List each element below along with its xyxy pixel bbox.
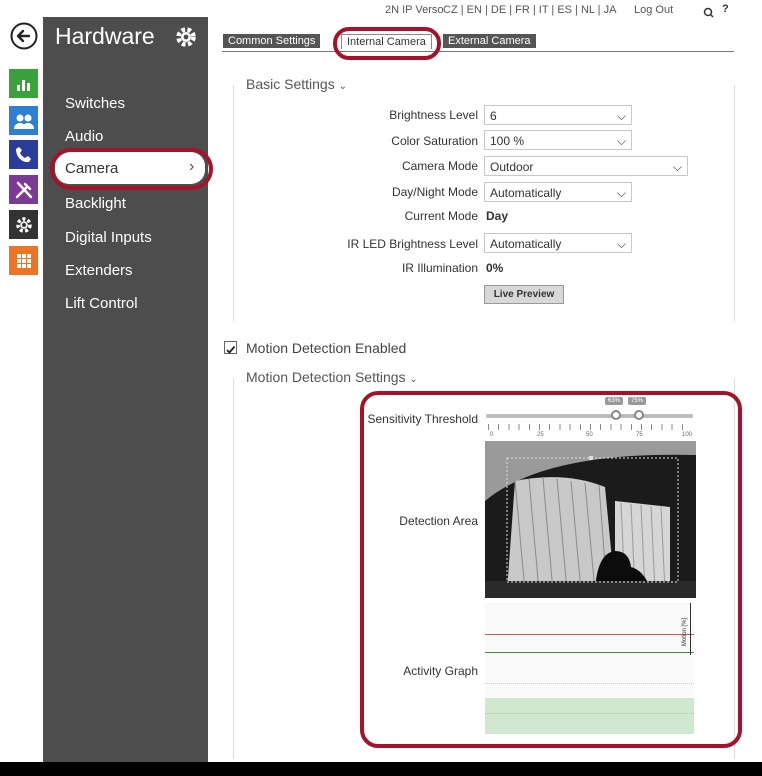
logout-link[interactable]: Log Out <box>634 4 673 16</box>
system-grid-icon[interactable] <box>9 246 38 275</box>
chevron-down-icon: ⌵ <box>616 186 626 200</box>
motion-enabled-checkbox[interactable] <box>224 341 237 354</box>
calls-phone-icon[interactable] <box>9 140 38 169</box>
basic-settings-title: Basic Settings ⌄ <box>246 76 351 92</box>
saturation-label: Color Saturation <box>391 134 478 148</box>
current-mode-label: Current Mode <box>404 209 478 223</box>
status-chart-icon[interactable] <box>9 69 38 98</box>
motion-settings-title: Motion Detection Settings ⌄ <box>246 369 422 385</box>
camera-mode-label: Camera Mode <box>401 159 478 173</box>
chevron-down-icon: ⌄ <box>338 81 347 92</box>
search-icon[interactable] <box>703 5 714 23</box>
daynight-select[interactable]: Automatically ⌵ <box>484 182 632 202</box>
tab-external-camera[interactable]: External Camera <box>443 34 536 48</box>
device-name: 2N IP Verso <box>385 4 444 16</box>
sidebar-item-lift-control[interactable]: Lift Control <box>65 295 138 312</box>
back-arrow-icon[interactable] <box>9 21 38 50</box>
check-icon <box>226 345 236 354</box>
chevron-down-icon: ⌵ <box>672 160 682 174</box>
irled-select[interactable]: Automatically ⌵ <box>484 233 632 253</box>
internal-camera-highlight-ring <box>333 27 441 60</box>
live-preview-button[interactable]: Live Preview <box>484 285 564 304</box>
sidebar-item-digital-inputs[interactable]: Digital Inputs <box>65 229 152 246</box>
motion-enabled-label: Motion Detection Enabled <box>246 340 407 356</box>
saturation-select[interactable]: 100 % ⌵ <box>484 130 632 150</box>
services-tools-icon[interactable] <box>9 175 38 204</box>
sidebar-title: Hardware <box>55 23 155 49</box>
chevron-down-icon: ⌵ <box>616 109 626 123</box>
irled-label: IR LED Brightness Level <box>347 237 478 251</box>
ir-illumination-label: IR Illumination <box>401 261 478 275</box>
screen-bottom-bar <box>0 762 762 776</box>
hardware-sidebar: Hardware Switches Audio Camera › Backlig… <box>43 17 208 762</box>
directory-users-icon[interactable] <box>9 106 38 135</box>
sidebar-item-audio[interactable]: Audio <box>65 128 103 145</box>
current-mode-value: Day <box>486 209 509 223</box>
chevron-down-icon: ⌵ <box>616 237 626 251</box>
chevron-down-icon: ⌵ <box>616 134 626 148</box>
camera-highlight-ring <box>50 148 213 190</box>
sidebar-gear-icon <box>174 25 198 54</box>
hardware-gear-icon[interactable] <box>9 210 38 239</box>
chevron-down-icon: ⌄ <box>409 374 418 385</box>
tabs-underline <box>222 51 734 52</box>
sidebar-item-extenders[interactable]: Extenders <box>65 262 133 279</box>
camera-mode-select[interactable]: Outdoor ⌵ <box>484 156 688 176</box>
tab-common-settings[interactable]: Common Settings <box>223 34 321 48</box>
brightness-label: Brightness Level <box>389 108 478 122</box>
sidebar-item-switches[interactable]: Switches <box>65 95 125 112</box>
daynight-label: Day/Night Mode <box>391 185 478 199</box>
sidebar-item-backlight[interactable]: Backlight <box>65 195 126 212</box>
brightness-select[interactable]: 6 ⌵ <box>484 105 632 125</box>
language-selector[interactable]: CZ | EN | DE | FR | IT | ES | NL | JA <box>443 4 616 16</box>
ir-illumination-value: 0% <box>486 261 504 275</box>
help-icon[interactable]: ? <box>722 3 729 15</box>
motion-settings-highlight-ring <box>360 391 742 748</box>
